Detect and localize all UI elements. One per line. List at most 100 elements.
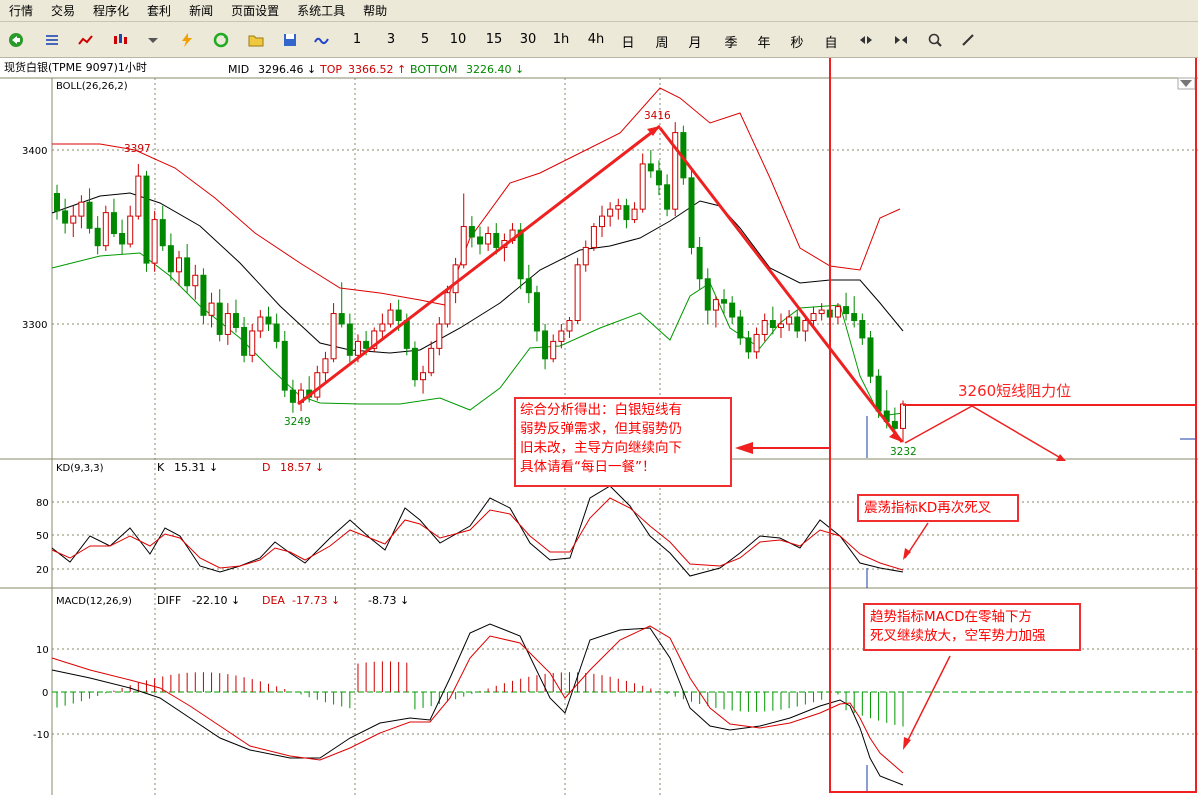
kd-k-value: 15.31 ↓ [174,461,218,474]
list-icon[interactable] [43,30,61,50]
kd-k-label: K [157,461,165,474]
candle-body [875,375,882,412]
candle-body [322,358,329,374]
period-button[interactable]: 30 [520,32,537,47]
zoom-out-icon[interactable] [892,30,910,50]
scroll-down-icon[interactable] [1180,80,1192,87]
open-folder-icon[interactable] [247,30,265,50]
wave-icon[interactable] [313,30,331,50]
kd-d-value: 18.57 ↓ [280,461,324,474]
candle-body [786,316,793,325]
candle-body [224,313,231,335]
candle-body [379,323,386,332]
candle-body [176,257,183,273]
candle-body [542,330,549,360]
menu-item[interactable]: 页面设置 [222,0,288,22]
menu-item[interactable]: 帮助 [354,0,396,22]
candle-body [257,316,264,332]
candle-body [135,175,142,217]
bottom-value: 3226.40 ↓ [466,63,524,76]
zoom-in-icon[interactable] [857,30,875,50]
candle-body [737,316,744,339]
candle-body [403,320,410,349]
summary-line: 综合分析得出：白银短线有 [520,402,682,418]
candle-body [550,340,557,360]
period-button[interactable]: 季 [724,32,737,51]
candle-body [525,278,532,294]
menu-item[interactable]: 行情 [0,0,42,22]
top-label: TOP [319,63,342,76]
refresh-icon[interactable] [212,30,230,50]
candle-body [696,246,703,280]
menu-item[interactable]: 套利 [138,0,180,22]
candle-body [363,340,370,349]
menu-item[interactable]: 交易 [42,0,84,22]
macd-title: MACD(12,26,9) [56,596,132,607]
back-arrow-icon[interactable] [7,30,25,50]
candle-body [208,302,215,316]
candle-body [127,215,134,245]
y-tick: 3300 [22,320,47,331]
candle-body [753,333,760,353]
period-button[interactable]: 5 [421,32,429,47]
macd-note-line: 死叉继续放大，空军势力加强 [870,628,1046,644]
macd-annotation: 趋势指标MACD在零轴下方 死叉继续放大，空军势力加强 [863,603,1081,651]
candle-body [704,278,711,311]
candle-body [712,299,719,311]
menu-item[interactable]: 新闻 [180,0,222,22]
y-tick: 50 [36,531,49,542]
candlestick-icon[interactable] [111,30,129,50]
period-button[interactable]: 日 [621,32,634,51]
period-button[interactable]: 3 [387,32,395,47]
candle-body [607,208,614,217]
candle-body [721,299,728,304]
period-button[interactable]: 秒 [790,32,803,51]
lightning-icon[interactable] [178,30,196,50]
search-icon[interactable] [926,30,944,50]
period-button[interactable]: 年 [757,32,770,51]
period-button[interactable]: 1 [353,32,361,47]
candle-body [590,226,597,248]
bottom-label: BOTTOM [410,63,457,76]
macd-dea-line [51,625,904,774]
menu-item[interactable]: 程序化 [84,0,138,22]
candle-body [745,337,752,353]
dropdown-arrow-icon[interactable] [144,30,162,50]
y-tick: 80 [36,498,49,509]
candle-body [102,212,109,247]
candle-body [94,227,101,247]
macd-histogram [56,661,904,727]
y-tick: 10 [36,645,49,656]
period-button[interactable]: 月 [688,32,701,51]
period-button[interactable]: 15 [486,32,503,47]
candle-body [70,215,77,224]
candle-body [265,316,272,325]
pen-icon[interactable] [959,30,977,50]
period-button[interactable]: 10 [450,32,467,47]
candle-body [843,306,850,315]
period-button[interactable]: 4h [588,32,605,47]
period-button[interactable]: 1h [553,32,570,47]
resistance-label: 3260短线阻力位 [958,382,1071,400]
line-chart-icon[interactable] [77,30,95,50]
candle-body [411,347,418,381]
candle-body [216,302,223,335]
candle-body [444,292,451,325]
mid-value: 3296.46 ↓ [258,63,316,76]
candle-body [574,264,581,322]
candle-body [273,323,280,342]
candle-body [249,330,256,356]
candle-body [110,212,117,235]
candle-body [460,226,467,266]
save-icon[interactable] [281,30,299,50]
candle-body [428,347,435,374]
macd-note-line: 趋势指标MACD在零轴下方 [870,609,1032,625]
period-button[interactable]: 自 [824,32,837,51]
period-button[interactable]: 周 [655,32,668,51]
kd-d-line [51,497,904,571]
instrument-title: 现货白银(TPME 9097)1小时 [4,60,147,74]
candle-body [468,226,475,238]
candle-body [769,320,776,328]
menu-item[interactable]: 系统工具 [288,0,354,22]
y-tick: 0 [42,688,48,699]
